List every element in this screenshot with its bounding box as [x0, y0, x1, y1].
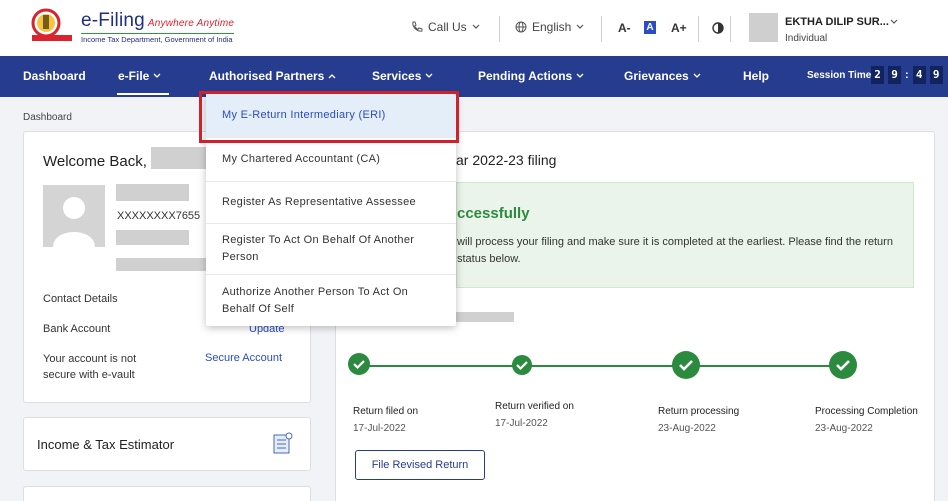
step-label: Processing Completion	[815, 406, 918, 417]
menu-item-label: Authorize Another Person To Act On Behal…	[222, 285, 409, 315]
progress-track	[358, 365, 846, 367]
top-header: e-Filing Anywhere Anytime Income Tax Depa…	[0, 0, 948, 56]
nav-efile[interactable]: e-File	[118, 69, 161, 83]
chevron-up-icon	[328, 74, 336, 79]
font-normal-button[interactable]: A	[644, 21, 656, 34]
secure-account-link[interactable]: Secure Account	[205, 352, 282, 364]
redacted-field	[116, 230, 189, 245]
step-label: Return filed on	[353, 406, 419, 417]
success-message: will process your filing and make sure i…	[457, 236, 893, 265]
step-date: 23-Aug-2022	[815, 423, 873, 434]
estimator-title: Income & Tax Estimator	[37, 437, 175, 452]
success-banner: ccessfully will process your filing and …	[456, 182, 914, 288]
chevron-down-icon	[153, 73, 161, 78]
chevron-down-icon	[425, 73, 433, 78]
menu-item-authorize-another[interactable]: Authorize Another Person To Act On Behal…	[206, 275, 456, 326]
divider	[499, 16, 500, 42]
brand[interactable]: e-Filing Anywhere Anytime Income Tax Depa…	[81, 10, 235, 44]
user-role: Individual	[785, 33, 828, 44]
menu-item-label: My Chartered Accountant (CA)	[222, 153, 381, 165]
phone-icon	[412, 21, 423, 32]
bank-account-label: Bank Account	[43, 323, 111, 335]
nav-authorised-partners[interactable]: Authorised Partners	[209, 69, 336, 83]
globe-icon	[515, 21, 527, 33]
font-increase-button[interactable]: A+	[671, 21, 687, 35]
brand-subtitle: Income Tax Department, Government of Ind…	[81, 33, 235, 44]
menu-item-my-ca[interactable]: My Chartered Accountant (CA)	[206, 138, 456, 182]
step-date: 17-Jul-2022	[495, 418, 548, 429]
session-timer: 2 9 : 4 9	[871, 66, 943, 84]
nav-services[interactable]: Services	[372, 69, 433, 83]
redacted-field	[116, 184, 189, 201]
step-check-icon	[829, 351, 857, 379]
timer-digit: 2	[871, 66, 884, 84]
active-nav-indicator	[117, 93, 169, 95]
timer-colon: :	[905, 69, 909, 81]
font-decrease-button[interactable]: A-	[618, 21, 631, 35]
divider	[730, 16, 731, 42]
menu-item-label: Register As Representative Assessee	[222, 196, 416, 208]
user-name[interactable]: EKTHA DILIP SUR...	[785, 16, 889, 28]
chevron-down-icon	[472, 24, 480, 29]
avatar[interactable]	[749, 13, 778, 42]
brand-title: e-Filing Anywhere Anytime	[81, 10, 235, 31]
language-select[interactable]: English	[515, 20, 584, 34]
highlight-box	[199, 91, 459, 143]
contrast-icon[interactable]	[712, 22, 724, 34]
welcome-text: Welcome Back,	[43, 153, 147, 170]
step-check-icon	[348, 353, 370, 375]
chevron-down-icon[interactable]	[890, 19, 898, 25]
divider	[698, 16, 699, 42]
secure-account-message: Your account is not secure with e-vault	[43, 353, 137, 381]
timer-digit: 9	[929, 66, 943, 84]
filing-title: ar 2022-23 filing	[456, 152, 557, 168]
breadcrumb[interactable]: Dashboard	[23, 112, 72, 123]
pan-number: XXXXXXXX7655	[117, 210, 201, 222]
nav-grievances[interactable]: Grievances	[624, 69, 701, 83]
menu-item-register-on-behalf[interactable]: Register To Act On Behalf Of Another Per…	[206, 224, 456, 275]
next-card	[23, 486, 311, 501]
timer-digit: 9	[888, 66, 901, 84]
chevron-down-icon	[693, 73, 701, 78]
step-date: 17-Jul-2022	[353, 423, 406, 434]
chevron-down-icon	[576, 24, 584, 29]
step-check-icon	[512, 355, 532, 375]
contact-details-label: Contact Details	[43, 293, 118, 305]
main-nav: Dashboard e-File Authorised Partners Ser…	[0, 56, 948, 97]
step-label: Return processing	[658, 406, 740, 417]
step-check-icon	[672, 351, 700, 379]
menu-item-register-representative[interactable]: Register As Representative Assessee	[206, 182, 456, 224]
nav-help[interactable]: Help	[743, 69, 769, 83]
redacted-field	[116, 258, 206, 271]
profile-photo-icon	[43, 185, 105, 247]
call-us-link[interactable]: Call Us	[411, 20, 480, 34]
nav-pending-actions[interactable]: Pending Actions	[478, 69, 584, 83]
redacted-field	[456, 312, 514, 322]
divider	[601, 16, 602, 42]
step-date: 23-Aug-2022	[658, 423, 716, 434]
session-time-label: Session Time	[807, 70, 872, 81]
timer-digit: 4	[912, 66, 926, 84]
call-us-label: Call Us	[428, 20, 467, 34]
step-label: Return verified on	[495, 401, 574, 412]
nav-dashboard[interactable]: Dashboard	[23, 69, 86, 83]
redacted-name	[151, 147, 206, 169]
language-label: English	[532, 20, 572, 34]
calculator-icon	[273, 432, 293, 454]
menu-item-label: Register To Act On Behalf Of Another Per…	[222, 234, 415, 263]
success-heading: ccessfully	[457, 205, 530, 222]
file-revised-return-button[interactable]: File Revised Return	[355, 450, 485, 480]
emblem-logo	[31, 8, 72, 41]
chevron-down-icon	[576, 73, 584, 78]
